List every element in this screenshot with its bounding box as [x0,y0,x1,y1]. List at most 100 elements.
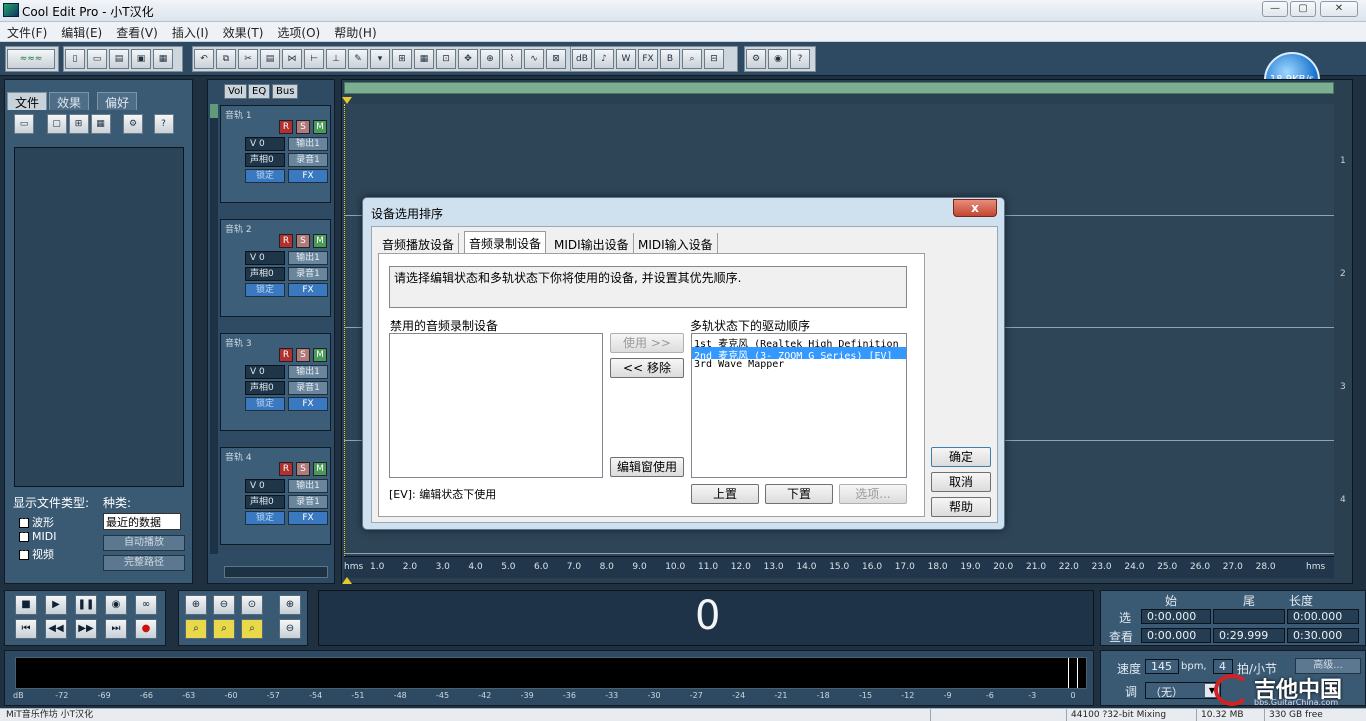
zoom-selection-icon[interactable]: ⌕ [241,619,263,639]
record-arm-button[interactable]: R [279,348,293,362]
driver-order-list[interactable]: 1st 麦克风 (Realtek High Definition 2nd 麦克风… [691,333,907,478]
mute-button[interactable]: M [313,120,327,134]
volume-field[interactable]: V 0 [245,137,285,151]
zoom-left-icon[interactable]: ⌕ [185,619,207,639]
list-item[interactable]: 1st 麦克风 (Realtek High Definition [692,335,906,347]
menu-view[interactable]: 查看(V) [109,22,165,43]
pen-icon[interactable]: ✎ [348,49,368,69]
track-horizontal-scrollbar[interactable] [224,566,328,578]
tab-bus[interactable]: Bus [272,84,299,99]
full-path-button[interactable]: 完整路径 [103,555,185,571]
menu-edit[interactable]: 编辑(E) [54,22,109,43]
solo-button[interactable]: S [296,348,310,362]
volume-field[interactable]: V 0 [245,479,285,493]
fx-button[interactable]: FX [288,511,328,525]
scrub-icon[interactable]: ⌇ [502,49,522,69]
help-icon[interactable]: ? [790,49,810,69]
cancel-button[interactable]: 取消 [931,472,991,492]
move-copy-icon[interactable]: ✥ [458,49,478,69]
db-icon[interactable]: dB [572,49,592,69]
zoom-wave-icon[interactable]: ⌕ [682,49,702,69]
view-length-field[interactable]: 0:30.000 [1287,628,1359,643]
zoom-in-icon[interactable]: ⊕ [185,595,207,615]
lock-icon[interactable]: ⊠ [546,49,566,69]
tab-eq[interactable]: EQ [248,84,271,99]
file-list[interactable] [14,147,184,487]
editor-use-button[interactable]: 编辑窗使用 [610,457,684,477]
record-arm-button[interactable]: R [279,234,293,248]
fast-forward-icon[interactable]: ▶▶ [75,619,97,639]
waveform-view-toggle-icon[interactable]: ≈≈≈ [7,49,55,69]
adjust-icon[interactable]: ⊟ [704,49,724,69]
mute-button[interactable]: M [313,462,327,476]
video-checkbox[interactable]: X [19,550,29,560]
organizer-help-icon[interactable]: ? [153,114,174,134]
waveform-checkbox[interactable]: X [19,518,29,528]
save-icon[interactable]: ▣ [131,49,151,69]
volume-field[interactable]: V 0 [245,365,285,379]
fx-button[interactable]: FX [288,283,328,297]
move-up-button[interactable]: 上置 [691,484,759,504]
view-end-field[interactable]: 0:29.999 [1213,628,1285,643]
record-arm-button[interactable]: R [279,462,293,476]
key-select[interactable]: （无） ▼ [1145,682,1221,699]
lock-button[interactable]: 锁定 [245,283,285,297]
open-folder-icon[interactable]: ▭ [87,49,107,69]
solo-button[interactable]: S [296,462,310,476]
pause-icon[interactable]: ❚❚ [75,595,97,615]
envelope-icon[interactable]: ∿ [524,49,544,69]
record-source-button[interactable]: 录音1 [288,153,328,167]
view-start-field[interactable]: 0:00.000 [1141,628,1211,643]
tab-favorites[interactable]: 偏好 [97,92,138,110]
go-to-end-icon[interactable]: ⏭ [105,619,127,639]
settings-icon[interactable]: ⚙ [746,49,766,69]
mute-button[interactable]: M [313,348,327,362]
record-source-button[interactable]: 录音1 [288,495,328,509]
selection-length-field[interactable]: 0:00.000 [1287,609,1359,624]
speed-field[interactable]: 145 [1145,659,1179,674]
menu-effects[interactable]: 效果(T) [216,22,271,43]
tab-recording-devices[interactable]: 音频录制设备 [464,231,547,253]
tab-volume[interactable]: Vol [224,84,247,99]
fx-button[interactable]: FX [288,169,328,183]
trim-icon[interactable]: ⊢ [304,49,324,69]
loop-icon[interactable]: ∞ [135,595,157,615]
tab-playback-devices[interactable]: 音频播放设备 [378,233,460,253]
menu-file[interactable]: 文件(F) [0,22,54,43]
snap-icon[interactable]: ⊞ [392,49,412,69]
midi-checkbox[interactable]: X [19,532,29,542]
disabled-devices-list[interactable] [389,333,603,478]
dialog-close-button[interactable]: x [953,199,997,217]
output-button[interactable]: 输出1 [288,365,328,379]
tab-effects[interactable]: 效果 [49,92,90,110]
zoom-full-icon[interactable]: ⊙ [241,595,263,615]
list-item[interactable]: 3rd Wave Mapper [692,359,906,371]
record-icon[interactable]: ● [135,619,157,639]
time-select-icon[interactable]: ⊡ [436,49,456,69]
marker-icon[interactable]: ▾ [370,49,390,69]
wet-icon[interactable]: W [616,49,636,69]
pan-field[interactable]: 声相0 [245,381,285,395]
move-down-button[interactable]: 下置 [765,484,833,504]
zoom-out-icon[interactable]: ⊖ [213,595,235,615]
tab-midi-input[interactable]: MIDI输入设备 [634,233,718,253]
pan-field[interactable]: 声相0 [245,267,285,281]
solo-button[interactable]: S [296,120,310,134]
type-midi[interactable]: X MIDI [19,530,56,543]
go-to-start-icon[interactable]: ⏮ [15,619,37,639]
options-button[interactable]: 选项... [839,484,907,504]
selection-start-field[interactable]: 0:00.000 [1141,609,1211,624]
play-to-end-icon[interactable]: ◉ [105,595,127,615]
hybrid-icon[interactable]: ⊕ [480,49,500,69]
organizer-settings-icon[interactable]: ⚙ [123,114,143,134]
remove-button[interactable]: << 移除 [610,358,684,378]
record-source-button[interactable]: 录音1 [288,381,328,395]
type-video[interactable]: X 视频 [19,546,54,562]
session-overview-bar[interactable] [344,82,1334,94]
bpm-icon[interactable]: B [660,49,680,69]
playhead-bottom-marker[interactable] [342,577,352,584]
list-item-selected[interactable]: 2nd 麦克风 (3- ZOOM G Series) [EV] [692,347,906,359]
selection-end-field[interactable] [1213,609,1285,624]
close-button[interactable]: ✕ [1320,1,1358,17]
zoom-out-vertical-icon[interactable]: ⊖ [279,619,301,639]
